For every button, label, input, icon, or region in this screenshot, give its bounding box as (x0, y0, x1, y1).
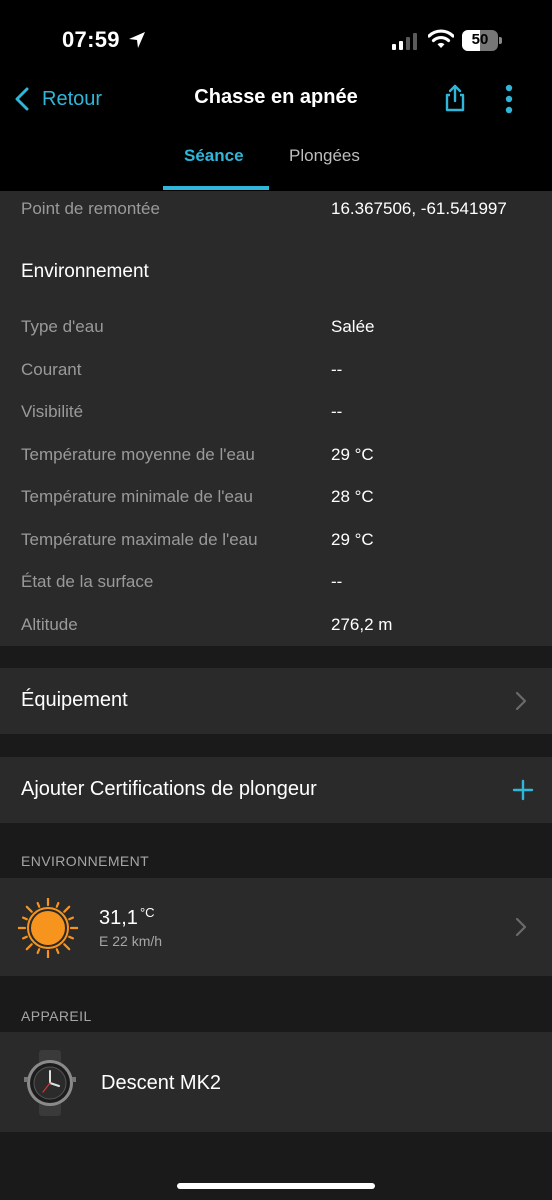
sun-icon (18, 898, 78, 958)
ascent-point-value: 16.367506, -61.541997 (331, 199, 507, 218)
status-time: 07:59 (62, 27, 120, 52)
sun-ray (63, 905, 71, 913)
plus-icon[interactable] (512, 779, 534, 801)
sun-ray (68, 916, 75, 921)
home-indicator[interactable] (177, 1183, 375, 1189)
sun-ray (63, 943, 71, 951)
sun-ray (25, 905, 33, 913)
altitude-value: 276,2 m (331, 615, 393, 634)
device-row[interactable]: Descent MK2 (0, 1032, 552, 1132)
current-label: Courant (21, 360, 82, 379)
watch-icon (24, 1050, 76, 1116)
active-tab-indicator (163, 186, 269, 190)
device-name: Descent MK2 (101, 1072, 222, 1094)
add-certifications-label: Ajouter Certifications de plongeur (21, 778, 317, 800)
tab-seance[interactable]: Séance (184, 146, 244, 166)
max-water-temp-value: 29 °C (331, 530, 374, 549)
max-water-temp-label: Température maximale de l'eau (21, 530, 258, 549)
visibility-label: Visibilité (21, 402, 84, 421)
air-temperature-unit: °C (139, 905, 155, 920)
battery-icon: 50 (462, 30, 502, 51)
environment-section-header: ENVIRONNEMENT (21, 853, 150, 869)
air-temperature: 31,1 °C (99, 905, 155, 930)
location-arrow-icon (129, 32, 145, 48)
surface-state-label: État de la surface (21, 572, 154, 591)
sun-ray (36, 901, 41, 908)
surface-state-value: -- (331, 572, 343, 591)
sun-ray (55, 948, 60, 955)
avg-water-temp-value: 29 °C (331, 445, 374, 464)
add-certifications-row[interactable]: Ajouter Certifications de plongeur (0, 757, 552, 823)
equipment-label: Équipement (21, 689, 128, 711)
wind-value: E 22 km/h (99, 933, 163, 949)
current-value: -- (331, 360, 343, 379)
avg-water-temp-label: Température moyenne de l'eau (21, 445, 255, 464)
sun-ray (25, 943, 33, 951)
battery-percent: 50 (471, 31, 489, 48)
min-water-temp-label: Température minimale de l'eau (21, 487, 253, 506)
sun-ray (21, 935, 28, 940)
tab-plongees[interactable]: Plongées (289, 146, 360, 166)
altitude-label: Altitude (21, 615, 78, 634)
environment-title: Environnement (21, 261, 149, 282)
min-water-temp-value: 28 °C (331, 487, 374, 506)
session-details-card: Point de remontée 16.367506, -61.541997 … (0, 191, 552, 646)
water-type-value: Salée (331, 317, 375, 336)
sun-ray (36, 948, 41, 955)
page-title: Chasse en apnée (194, 86, 358, 108)
ascent-point-label: Point de remontée (21, 199, 160, 218)
nav-bar: Retour Chasse en apnée (0, 76, 552, 122)
sun-ray (55, 901, 60, 908)
share-icon[interactable] (443, 84, 467, 112)
device-section-header: APPAREIL (21, 1008, 92, 1024)
status-bar: 07:59 50 (0, 0, 552, 80)
water-type-label: Type d'eau (21, 317, 104, 336)
sun-ray (68, 935, 75, 940)
sun-ray (21, 916, 28, 921)
chevron-right-icon (515, 917, 527, 937)
chevron-right-icon (515, 691, 527, 711)
more-vertical-icon[interactable] (499, 84, 519, 114)
visibility-value: -- (331, 402, 343, 421)
equipment-row[interactable]: Équipement (0, 668, 552, 734)
weather-row[interactable]: 31,1 °C E 22 km/h (0, 878, 552, 976)
header: 07:59 50 Retour Chasse en apnée Séance P… (0, 0, 552, 191)
signal-icon (392, 33, 417, 50)
wifi-icon (428, 29, 454, 48)
air-temperature-value: 31,1 (99, 907, 138, 929)
